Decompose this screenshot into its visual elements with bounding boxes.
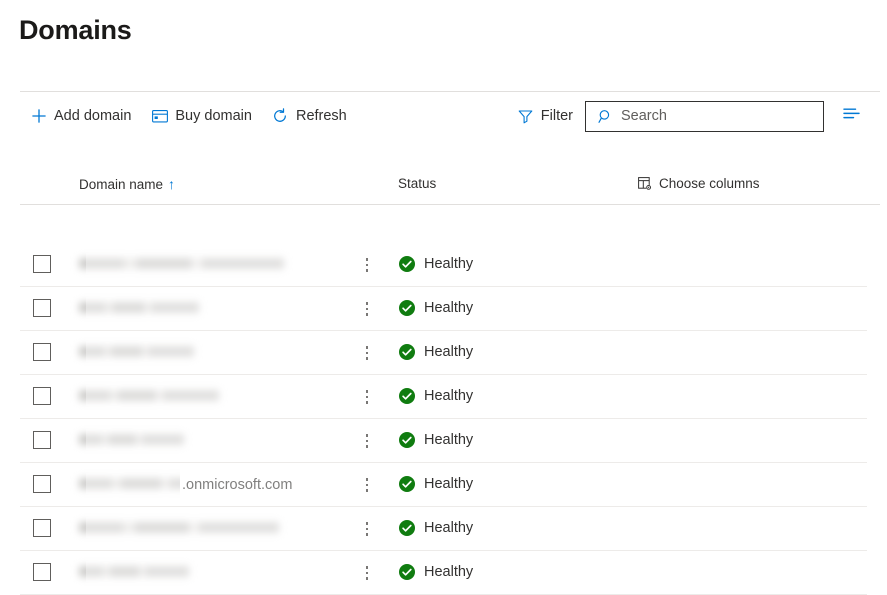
row-actions-menu-button[interactable] [359, 344, 375, 362]
row-actions-menu-button[interactable] [359, 300, 375, 318]
table-row[interactable]: Healthy [20, 375, 867, 419]
check-circle-icon [398, 388, 415, 405]
row-checkbox[interactable] [33, 299, 51, 317]
redacted-domain-name [79, 478, 229, 489]
check-circle-icon [398, 432, 415, 449]
command-bar-left-group: Add domain Buy domain Refresh [22, 98, 359, 134]
page-title: Domains [19, 15, 132, 45]
column-header-status-label: Status [398, 176, 437, 191]
redacted-domain-name [79, 302, 199, 313]
status-cell: Healthy [398, 519, 473, 537]
command-bar-right-group: Filter [512, 98, 887, 134]
domain-name-cell[interactable] [79, 300, 199, 318]
list-view-icon [842, 106, 861, 126]
status-badge: Healthy [424, 256, 474, 272]
row-actions-menu-button[interactable] [359, 564, 375, 582]
redacted-domain-name [79, 346, 194, 357]
redacted-domain-name [79, 258, 284, 269]
status-cell: Healthy [398, 299, 473, 317]
table-row[interactable]: Healthy [20, 331, 867, 375]
row-actions-menu-button[interactable] [359, 476, 375, 494]
check-circle-icon [398, 344, 415, 361]
status-cell: Healthy [398, 387, 473, 405]
domain-name-cell[interactable] [79, 256, 284, 274]
row-actions-menu-button[interactable] [359, 256, 375, 274]
row-actions-menu-button[interactable] [359, 432, 375, 450]
search-icon [597, 108, 613, 124]
list-view-toggle-button[interactable] [836, 101, 866, 131]
status-badge: Healthy [424, 476, 474, 492]
row-actions-menu-button[interactable] [359, 520, 375, 538]
domains-page: Domains Add domain Buy domain Refresh Fi… [0, 0, 887, 595]
buy-domain-button[interactable]: Buy domain [143, 100, 260, 132]
redacted-domain-name [79, 434, 184, 445]
table-body: Healthy Healthy Healthy Healthy Healthy .onmi… [0, 243, 887, 595]
table-row[interactable]: Healthy [20, 507, 867, 551]
check-circle-icon [398, 520, 415, 537]
column-header-domain-name-label: Domain name [79, 177, 164, 192]
row-checkbox[interactable] [33, 519, 51, 537]
table-row[interactable]: .onmicrosoft.com Healthy [20, 463, 867, 507]
column-header-domain-name[interactable]: Domain name ↑ [79, 175, 175, 194]
status-badge: Healthy [424, 388, 474, 404]
status-badge: Healthy [424, 432, 474, 448]
domain-name-cell[interactable] [79, 564, 189, 582]
column-header-status[interactable]: Status [398, 175, 436, 193]
domain-name-cell[interactable] [79, 476, 229, 494]
status-badge: Healthy [424, 564, 474, 580]
choose-columns-icon [637, 177, 652, 192]
table-header-divider [20, 204, 880, 205]
row-checkbox[interactable] [33, 563, 51, 581]
table-row[interactable]: Healthy [20, 551, 867, 595]
filter-label: Filter [540, 107, 573, 124]
status-cell: Healthy [398, 255, 473, 273]
domain-name-cell[interactable] [79, 432, 184, 450]
refresh-button[interactable]: Refresh [264, 100, 355, 132]
filter-icon [518, 108, 534, 124]
buy-domain-label: Buy domain [175, 107, 252, 124]
table-header-row: Domain name ↑ Status Choose columns [0, 166, 887, 205]
sort-ascending-icon: ↑ [168, 176, 176, 192]
domain-name-cell[interactable] [79, 520, 279, 538]
redacted-domain-name [79, 522, 279, 533]
status-badge: Healthy [424, 520, 474, 536]
add-domain-button[interactable]: Add domain [22, 100, 139, 132]
domain-name-cell[interactable] [79, 388, 219, 406]
command-bar: Add domain Buy domain Refresh Filter Sea… [0, 98, 887, 134]
redacted-domain-name [79, 390, 219, 401]
status-badge: Healthy [424, 300, 474, 316]
status-cell: Healthy [398, 475, 473, 493]
search-input[interactable] [621, 108, 811, 124]
redacted-domain-name [79, 566, 189, 577]
plus-icon [30, 108, 47, 125]
row-actions-menu-button[interactable] [359, 388, 375, 406]
check-circle-icon [398, 564, 415, 581]
row-checkbox[interactable] [33, 475, 51, 493]
status-badge: Healthy [424, 344, 474, 360]
domain-name-cell[interactable] [79, 344, 194, 362]
filter-button[interactable]: Filter [512, 100, 579, 132]
add-domain-label: Add domain [54, 107, 132, 124]
check-circle-icon [398, 256, 415, 273]
table-row[interactable]: Healthy [20, 419, 867, 463]
status-cell: Healthy [398, 563, 473, 581]
refresh-label: Refresh [295, 107, 347, 124]
status-cell: Healthy [398, 343, 473, 361]
row-checkbox[interactable] [33, 255, 51, 273]
table-row[interactable]: Healthy [20, 243, 867, 287]
table-row[interactable]: Healthy [20, 287, 867, 331]
refresh-icon [272, 108, 289, 125]
row-checkbox[interactable] [33, 431, 51, 449]
check-circle-icon [398, 476, 415, 493]
status-cell: Healthy [398, 431, 473, 449]
row-checkbox[interactable] [33, 387, 51, 405]
search-box[interactable] [585, 100, 824, 132]
choose-columns-button[interactable]: Choose columns [637, 175, 760, 193]
credit-card-icon [151, 108, 168, 125]
check-circle-icon [398, 300, 415, 317]
domains-table: Domain name ↑ Status Choose columns Heal… [0, 166, 887, 595]
row-checkbox[interactable] [33, 343, 51, 361]
toolbar-top-divider [20, 91, 880, 92]
choose-columns-label: Choose columns [659, 176, 760, 191]
